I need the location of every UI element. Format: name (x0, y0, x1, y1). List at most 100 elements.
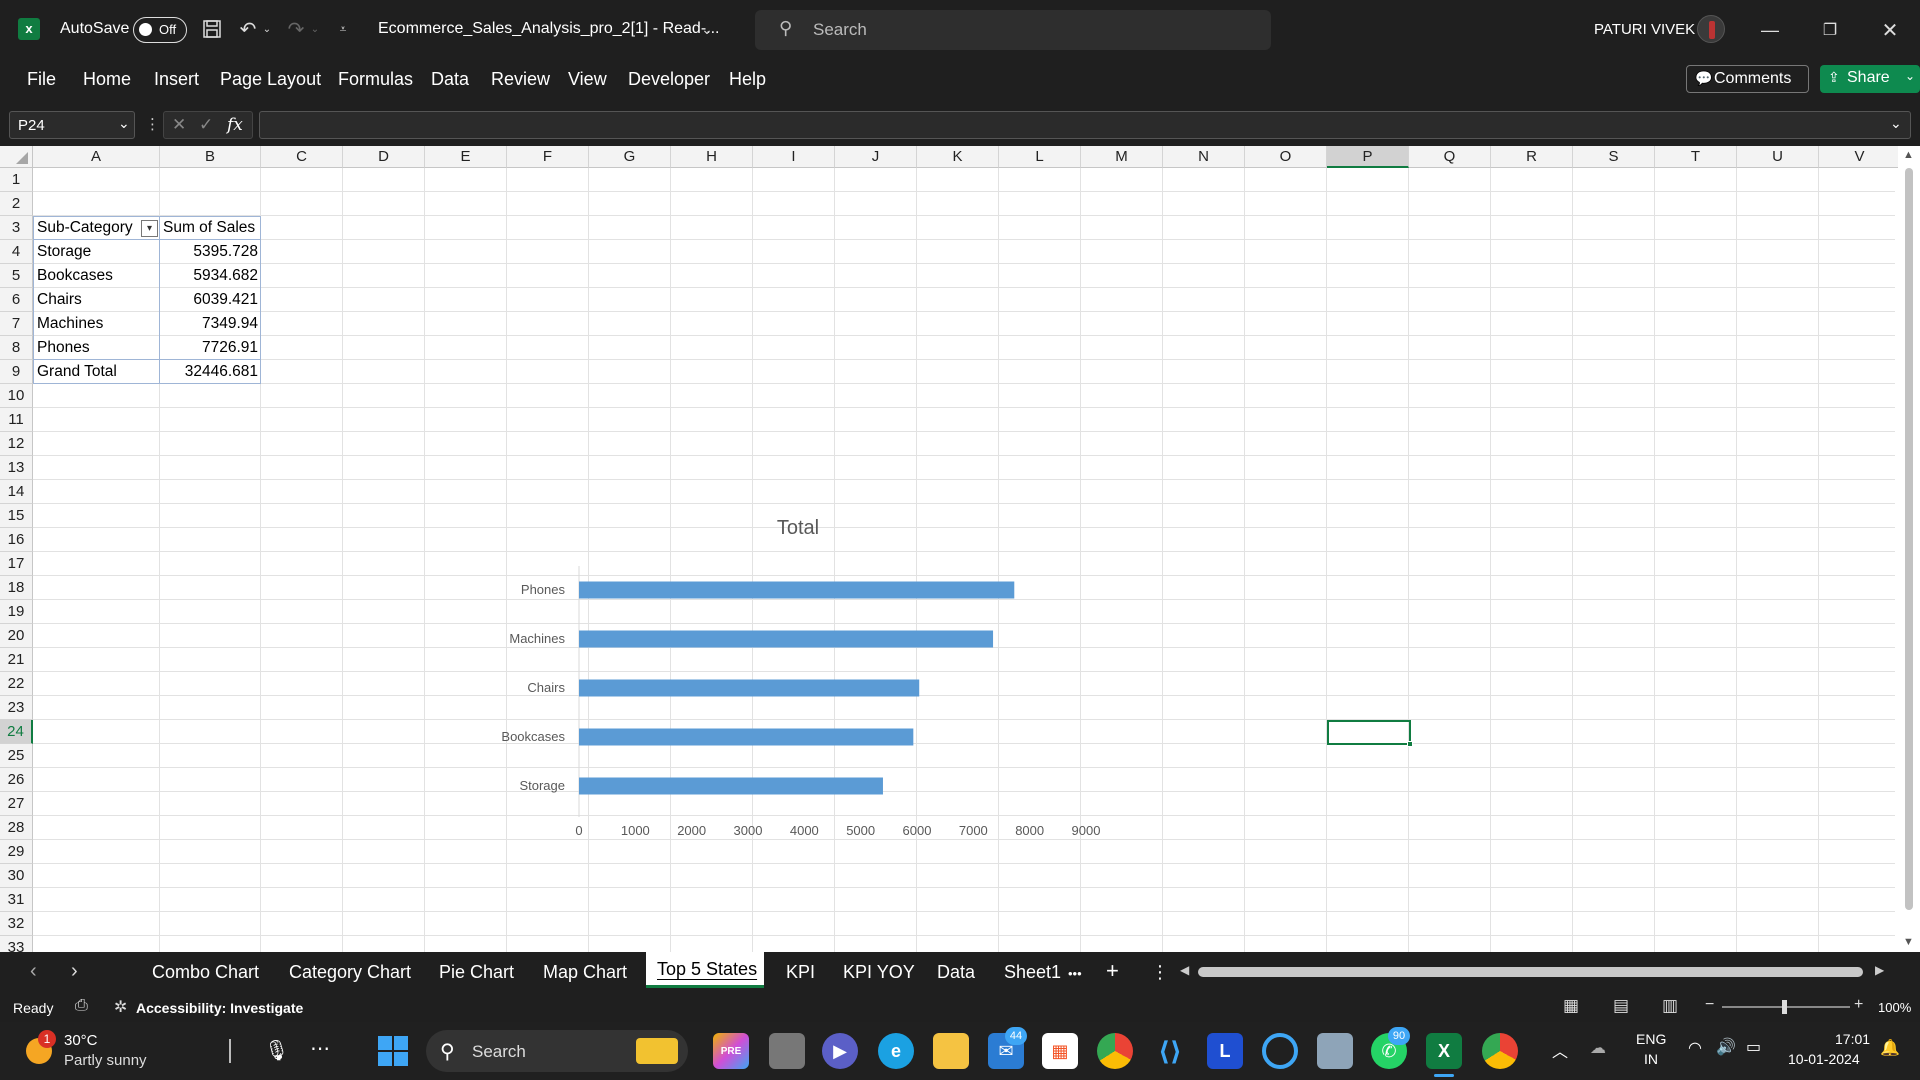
row-header-17[interactable]: 17 (0, 552, 33, 576)
column-header-g[interactable]: G (589, 146, 671, 168)
redo-dropdown-icon[interactable]: ⌄ (309, 17, 321, 41)
tab-home[interactable]: Home (83, 69, 131, 90)
pivot-header-subcategory[interactable]: Sub-Category (37, 219, 137, 237)
accessibility-status[interactable]: Accessibility: Investigate (136, 1000, 303, 1016)
column-header-p[interactable]: P (1327, 146, 1409, 168)
column-header-t[interactable]: T (1655, 146, 1737, 168)
chart-bar-machines[interactable] (579, 630, 994, 648)
selected-cell-p24[interactable] (1327, 720, 1413, 747)
row-header-25[interactable]: 25 (0, 744, 33, 768)
column-header-u[interactable]: U (1737, 146, 1819, 168)
row-header-4[interactable]: 4 (0, 240, 33, 264)
row-header-24[interactable]: 24 (0, 720, 33, 744)
accessibility-icon[interactable]: ✲ (114, 997, 127, 1017)
formula-input[interactable]: ⌄ (259, 111, 1911, 139)
prev-sheet-icon[interactable]: ‹ (30, 960, 37, 983)
redo-icon[interactable]: ↷ (283, 17, 309, 41)
pivot-row-value[interactable]: 5934.682 (160, 267, 261, 285)
pivot-grand-total-value[interactable]: 32446.681 (160, 363, 261, 381)
row-header-11[interactable]: 11 (0, 408, 33, 432)
language-line2[interactable]: IN (1644, 1051, 1658, 1067)
sheet-tab-combo-chart[interactable]: Combo Chart (152, 962, 259, 983)
filter-dropdown-icon[interactable]: ▾ (141, 220, 158, 237)
wifi-icon[interactable]: ◠ (1688, 1038, 1702, 1058)
expand-formula-icon[interactable]: ⌄ (1890, 115, 1902, 132)
tab-formulas[interactable]: Formulas (338, 69, 413, 90)
save-icon[interactable] (200, 17, 224, 41)
zoom-out-icon[interactable]: − (1705, 996, 1714, 1014)
formula-bar-grip-icon[interactable]: ⋮ (145, 115, 160, 133)
column-header-k[interactable]: K (917, 146, 999, 168)
scroll-right-icon[interactable]: ▶ (1875, 963, 1884, 977)
zoom-level[interactable]: 100% (1878, 1000, 1911, 1015)
column-header-o[interactable]: O (1245, 146, 1327, 168)
pivot-row-label[interactable]: Bookcases (37, 267, 158, 285)
sheet-tab-kpi-yoy[interactable]: KPI YOY (843, 962, 915, 983)
pivot-grand-total-label[interactable]: Grand Total (37, 363, 158, 381)
share-button[interactable]: ⇪ Share ⌄ (1820, 65, 1920, 93)
page-break-view-icon[interactable]: ▥ (1662, 996, 1678, 1016)
column-header-h[interactable]: H (671, 146, 753, 168)
pivot-row-label[interactable]: Machines (37, 315, 158, 333)
notification-bell-icon[interactable]: 🔔 (1880, 1038, 1900, 1058)
add-sheet-button[interactable]: + (1106, 958, 1119, 984)
row-header-28[interactable]: 28 (0, 816, 33, 840)
row-header-31[interactable]: 31 (0, 888, 33, 912)
title-dropdown-icon[interactable]: ⌄ (697, 17, 717, 41)
scroll-left-icon[interactable]: ◀ (1180, 963, 1189, 977)
user-name[interactable]: PATURI VIVEK (1594, 21, 1695, 38)
row-header-22[interactable]: 22 (0, 672, 33, 696)
teams-chat-icon[interactable]: PRE (713, 1033, 749, 1069)
undo-dropdown-icon[interactable]: ⌄ (261, 17, 273, 41)
pivot-row-label[interactable]: Chairs (37, 291, 158, 309)
minimize-icon[interactable]: — (1750, 15, 1790, 45)
row-header-13[interactable]: 13 (0, 456, 33, 480)
customize-toolbar-icon[interactable]: ⩡ (334, 17, 352, 41)
row-header-12[interactable]: 12 (0, 432, 33, 456)
tab-help[interactable]: Help (729, 69, 766, 90)
microphone-icon[interactable]: 🎙 (264, 1038, 289, 1063)
tab-file[interactable]: File (27, 69, 56, 90)
autosave-toggle[interactable]: Off (133, 17, 187, 43)
tab-page-layout[interactable]: Page Layout (220, 69, 321, 90)
row-header-23[interactable]: 23 (0, 696, 33, 720)
undo-icon[interactable]: ↶ (235, 17, 261, 41)
scroll-up-icon[interactable]: ▲ (1903, 149, 1914, 161)
chart-bar-phones[interactable] (579, 581, 1015, 599)
row-header-29[interactable]: 29 (0, 840, 33, 864)
column-header-c[interactable]: C (261, 146, 343, 168)
sheet-tab-top-5-states[interactable]: Top 5 States (646, 952, 764, 988)
row-header-26[interactable]: 26 (0, 768, 33, 792)
macro-record-icon[interactable]: ⎙ (75, 997, 88, 1015)
sheet-tab-kpi[interactable]: KPI (786, 962, 815, 983)
vertical-scrollbar[interactable]: ▲ ▼ (1898, 146, 1920, 952)
zoom-in-icon[interactable]: + (1854, 996, 1863, 1014)
name-box[interactable]: P24 ⌄ (9, 111, 135, 139)
taskbar-search[interactable]: ⚲ Search (426, 1030, 688, 1072)
tab-options-icon[interactable]: ⋮ (1151, 962, 1169, 983)
column-header-n[interactable]: N (1163, 146, 1245, 168)
share-dropdown-icon[interactable]: ⌄ (1905, 69, 1915, 83)
row-header-20[interactable]: 20 (0, 624, 33, 648)
cortana-icon[interactable] (1262, 1033, 1298, 1069)
column-header-e[interactable]: E (425, 146, 507, 168)
worksheet-grid[interactable]: ABCDEFGHIJKLMNOPQRSTUV 1 2 3 4 5 6 7 8 9 10 11 12 13… (0, 146, 1920, 952)
windows-start-icon[interactable] (378, 1036, 408, 1066)
fill-handle[interactable] (1407, 741, 1413, 747)
avatar[interactable] (1697, 15, 1725, 43)
meet-icon[interactable]: ▶ (822, 1033, 858, 1069)
row-header-1[interactable]: 1 (0, 168, 33, 192)
volume-icon[interactable]: 🔊 (1716, 1037, 1736, 1057)
chart-bar-bookcases[interactable] (579, 728, 914, 746)
column-header-m[interactable]: M (1081, 146, 1163, 168)
row-header-6[interactable]: 6 (0, 288, 33, 312)
chart-bar-storage[interactable] (579, 777, 883, 795)
pivot-header-sum-of-sales[interactable]: Sum of Sales (163, 219, 259, 237)
weather-widget[interactable]: 1 30°C Partly sunny (22, 1028, 192, 1074)
show-hidden-icons[interactable]: ︿ (1552, 1038, 1568, 1062)
tab-insert[interactable]: Insert (154, 69, 199, 90)
row-header-10[interactable]: 10 (0, 384, 33, 408)
page-layout-view-icon[interactable]: ▤ (1613, 996, 1629, 1016)
column-header-a[interactable]: A (33, 146, 160, 168)
excel-taskbar-icon[interactable]: X (1426, 1033, 1462, 1069)
